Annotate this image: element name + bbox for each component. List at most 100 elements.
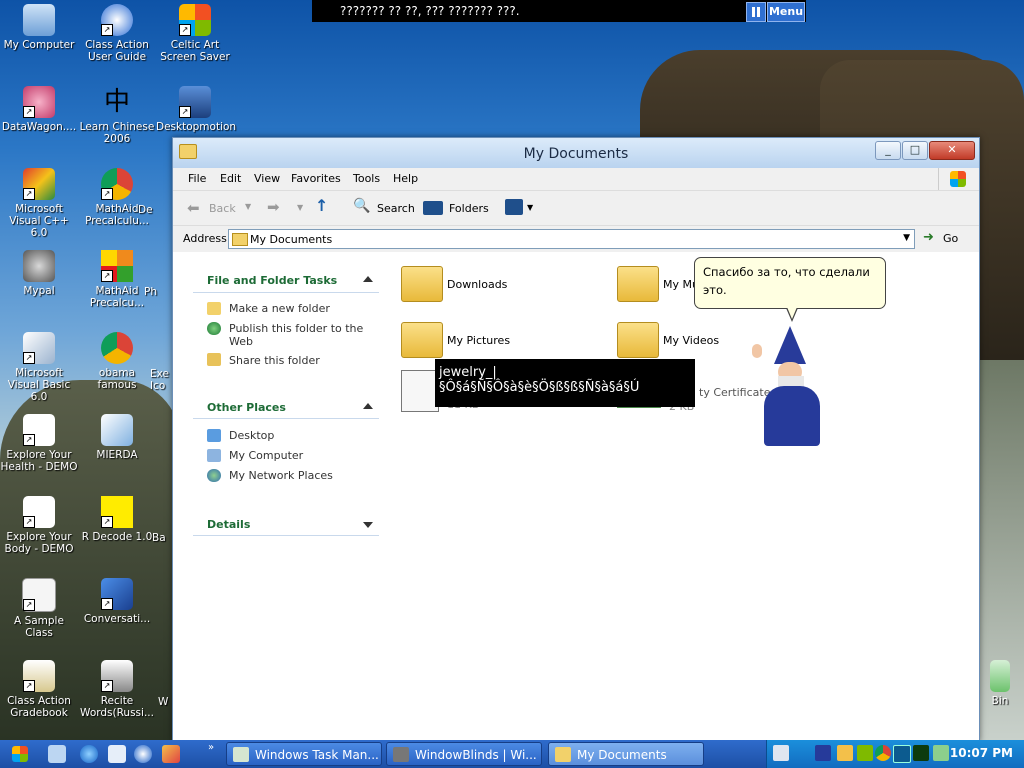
desktop-icon-mierda[interactable]: MIERDA	[78, 414, 156, 461]
make-new-folder-link[interactable]: Make a new folder	[229, 302, 330, 315]
taskbar-button-label: Windows Task Man...	[255, 748, 379, 762]
desktop-icon-conversation[interactable]: ↗ Conversati...	[78, 578, 156, 625]
desktop-icon-label: obama famous	[97, 367, 137, 391]
up-folder-button[interactable]: ↑	[315, 196, 328, 215]
desktop-icon-explore-health[interactable]: ↗ Explore Your Health - DEMO	[0, 414, 78, 473]
folder-downloads[interactable]: Downloads	[401, 266, 581, 306]
desktop-icon-sample-class[interactable]: ↗ A Sample Class	[0, 578, 78, 639]
wizard-assistant[interactable]	[752, 326, 830, 448]
taskbar-button-windowblinds[interactable]: WindowBlinds | Wi...	[386, 742, 542, 766]
desktop-icon-my-computer[interactable]: My Computer	[0, 4, 78, 51]
desktop-icon-partial-exe[interactable]: Exe Ico	[150, 368, 174, 392]
desktop-icon-visual-cpp[interactable]: ↗ Microsoft Visual C++ 6.0	[0, 168, 78, 239]
menu-file[interactable]: File	[188, 172, 206, 185]
desktop-icon-mathaid-2[interactable]: ↗ MathAid Precalcu...	[78, 250, 156, 309]
desktop-icon-recite-words[interactable]: ↗ Recite Words(Russi...	[78, 660, 156, 719]
visual-cpp-icon: ↗	[23, 168, 55, 200]
desktop-icon-label: Exe Ico	[150, 368, 169, 392]
desktop-icon-class-gradebook[interactable]: ↗ Class Action Gradebook	[0, 660, 78, 719]
desktop-icon-mathaid-1[interactable]: ↗ MathAid Precalculu...	[78, 168, 156, 227]
minimize-button[interactable]: _	[875, 141, 901, 160]
address-input[interactable]: My Documents ▼	[228, 229, 915, 249]
network-icon	[207, 469, 221, 482]
clock[interactable]: 10:07 PM	[950, 746, 1013, 760]
search-icon: 🔍	[353, 198, 371, 214]
views-button[interactable]: ▼	[503, 197, 537, 219]
expand-icon[interactable]	[363, 522, 373, 528]
media-player-icon[interactable]	[134, 745, 152, 763]
outlook-icon[interactable]	[108, 745, 126, 763]
desktop-icon-class-action-guide[interactable]: ↗ Class Action User Guide	[78, 4, 156, 63]
network-tray-icon[interactable]	[857, 745, 873, 761]
chevron-right-icon[interactable]: »	[208, 742, 214, 753]
desktop-icon-datawagon[interactable]: ↗ DataWagon....	[0, 86, 78, 133]
wizard-tray-icon[interactable]	[815, 745, 831, 761]
desktop-icon-celtic-art[interactable]: ↗ Celtic Art Screen Saver	[156, 4, 234, 63]
desktop-icon-partial-ba[interactable]: Ba	[152, 532, 174, 544]
remote-bar-title: ??????? ?? ??, ??? ??????? ???.	[340, 4, 520, 18]
file-folder-tasks-header[interactable]: File and Folder Tasks	[207, 274, 337, 287]
desktop-icon	[207, 429, 221, 442]
chrome-tray-icon[interactable]	[875, 745, 891, 761]
keyboard-icon[interactable]	[773, 745, 789, 761]
back-button[interactable]: ⬅ Back ▼	[183, 197, 253, 219]
collapse-icon[interactable]	[363, 403, 373, 409]
search-button[interactable]: 🔍 Search	[351, 197, 415, 219]
chevron-down-icon[interactable]: ▼	[903, 233, 910, 243]
pause-tray-icon[interactable]	[893, 745, 911, 763]
desktop-icon-rdecode[interactable]: ↗ R Decode 1.0	[78, 496, 156, 543]
folders-button[interactable]: Folders	[421, 197, 491, 219]
menu-edit[interactable]: Edit	[220, 172, 241, 185]
publish-folder-link[interactable]: Publish this folder to the Web	[229, 322, 369, 348]
desktop-link[interactable]: Desktop	[229, 429, 274, 442]
menu-view[interactable]: View	[254, 172, 280, 185]
app-tray-icon[interactable]	[837, 745, 853, 761]
new-folder-icon	[207, 302, 221, 315]
menu-help[interactable]: Help	[393, 172, 418, 185]
pause-button[interactable]	[746, 2, 766, 22]
taskbar-button-task-manager[interactable]: Windows Task Man...	[226, 742, 382, 766]
menu-favorites[interactable]: Favorites	[291, 172, 341, 185]
windows-logo-icon: ↗	[179, 4, 211, 36]
sync-tray-icon[interactable]	[933, 745, 949, 761]
details-header[interactable]: Details	[207, 518, 250, 531]
my-computer-link[interactable]: My Computer	[229, 449, 303, 462]
forward-button[interactable]: ➡	[267, 198, 280, 216]
menu-button[interactable]: Menu	[767, 2, 805, 22]
desktop-icon-desktopmotion[interactable]: ↗ Desktopmotion	[156, 86, 236, 133]
other-places-header[interactable]: Other Places	[207, 401, 286, 414]
explorer-window: My Documents _ □ ✕ File Edit View Favori…	[172, 137, 980, 742]
internet-explorer-icon[interactable]	[80, 745, 98, 763]
go-button[interactable]: ➜ Go	[923, 230, 963, 248]
paint-icon[interactable]	[162, 745, 180, 763]
close-button[interactable]: ✕	[929, 141, 975, 160]
raccoon-icon	[393, 747, 409, 762]
window-titlebar[interactable]: My Documents _ □ ✕	[173, 138, 979, 168]
desktop-icon-explore-body[interactable]: ↗ Explore Your Body - DEMO	[0, 496, 78, 555]
maximize-button[interactable]: □	[902, 141, 928, 160]
collapse-icon[interactable]	[363, 276, 373, 282]
desktop-icon-partial-ph[interactable]: Ph	[144, 286, 174, 298]
menu-tools[interactable]: Tools	[353, 172, 380, 185]
start-button[interactable]	[4, 743, 38, 765]
pictures-folder-icon	[401, 322, 443, 358]
desktop-icon-mypal[interactable]: Mypal	[0, 250, 78, 297]
desktop-icon-visual-basic[interactable]: ↗ Microsoft Visual Basic 6.0	[0, 332, 78, 403]
datawagon-icon: ↗	[23, 86, 55, 118]
folder-my-pictures[interactable]: My Pictures	[401, 322, 581, 362]
matrix-tray-icon[interactable]	[913, 745, 929, 761]
desktop-icon-label: My Computer	[3, 39, 75, 51]
address-value: My Documents	[250, 233, 333, 246]
folder-my-videos[interactable]: My Videos	[617, 322, 767, 362]
desktop-icon-learn-chinese[interactable]: 中 Learn Chinese 2006	[78, 86, 156, 145]
taskbar-button-my-documents[interactable]: My Documents	[548, 742, 704, 766]
search-label: Search	[377, 202, 415, 215]
videos-folder-icon	[617, 322, 659, 358]
show-desktop-icon[interactable]	[48, 745, 66, 763]
share-folder-link[interactable]: Share this folder	[229, 354, 320, 367]
desktop-icon-obama-famous[interactable]: obama famous	[78, 332, 156, 391]
folder-icon	[555, 747, 571, 762]
my-network-places-link[interactable]: My Network Places	[229, 469, 333, 482]
pause-icon	[752, 7, 755, 17]
desktop-icon-recycle-bin[interactable]: Bin	[980, 660, 1020, 707]
